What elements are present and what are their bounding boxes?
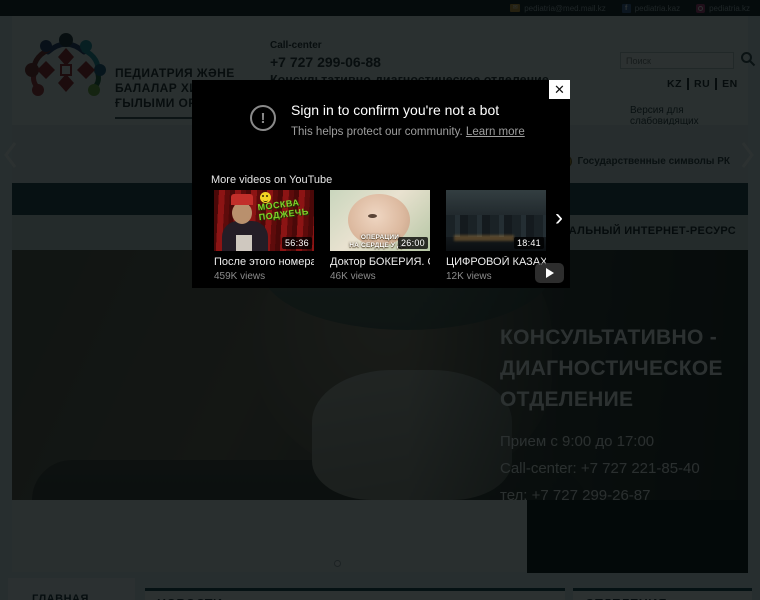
thumb3-skyline <box>446 215 546 237</box>
video-views: 12K views <box>446 271 492 282</box>
play-icon <box>545 268 554 278</box>
thumb2-eye <box>368 214 377 218</box>
carousel-next-button[interactable]: › <box>555 206 563 230</box>
youtube-signin-modal: ✕ ! Sign in to confirm you're not a bot … <box>192 80 570 288</box>
video-thumbnail[interactable]: МОСКВА ПОДЖЕЧЬ 56:36 <box>214 190 314 251</box>
modal-title: Sign in to confirm you're not a bot <box>291 102 500 118</box>
video-title[interactable]: Доктор БОКЕРИЯ. Опе... <box>330 256 430 268</box>
video-title[interactable]: После этого номера пу... <box>214 256 314 268</box>
close-icon: ✕ <box>554 82 565 97</box>
video-carousel: МОСКВА ПОДЖЕЧЬ 56:36 После этого номера … <box>214 190 546 282</box>
learn-more-link[interactable]: Learn more <box>466 126 525 138</box>
video-thumbnail[interactable]: ОПЕРАЦИИ НА СЕРДЦЕ У ДЕТ 26:00 <box>330 190 430 251</box>
video-thumbnail[interactable]: 18:41 <box>446 190 546 251</box>
modal-subtitle: This helps protect our community. Learn … <box>291 126 525 138</box>
info-glyph: ! <box>260 109 266 127</box>
youtube-logo-icon[interactable] <box>535 263 564 283</box>
modal-message: ! Sign in to confirm you're not a bot Th… <box>250 102 525 138</box>
video-duration: 18:41 <box>513 237 544 249</box>
video-duration: 56:36 <box>281 237 312 249</box>
more-videos-label: More videos on YouTube <box>211 174 333 186</box>
video-views: 46K views <box>330 271 376 282</box>
thumb1-shirt <box>236 235 252 251</box>
info-icon: ! <box>250 105 276 131</box>
video-duration: 26:00 <box>397 237 428 249</box>
video-views: 459K views <box>214 271 266 282</box>
chevron-right-icon: › <box>555 204 563 231</box>
video-title[interactable]: ЦИФРОВОЙ КАЗАХСТ... <box>446 256 546 268</box>
video-card[interactable]: ОПЕРАЦИИ НА СЕРДЦЕ У ДЕТ 26:00 Доктор БО… <box>330 190 430 282</box>
thumb1-fez <box>231 194 253 205</box>
video-card[interactable]: МОСКВА ПОДЖЕЧЬ 56:36 После этого номера … <box>214 190 314 282</box>
thumb3-glow <box>454 235 514 241</box>
modal-close-button[interactable]: ✕ <box>549 80 570 99</box>
video-card[interactable]: 18:41 ЦИФРОВОЙ КАЗАХСТ... 12K views <box>446 190 546 282</box>
modal-subtitle-text: This helps protect our community. <box>291 126 463 138</box>
modal-message-text: Sign in to confirm you're not a bot This… <box>291 102 525 138</box>
thumb1-head <box>232 202 252 224</box>
